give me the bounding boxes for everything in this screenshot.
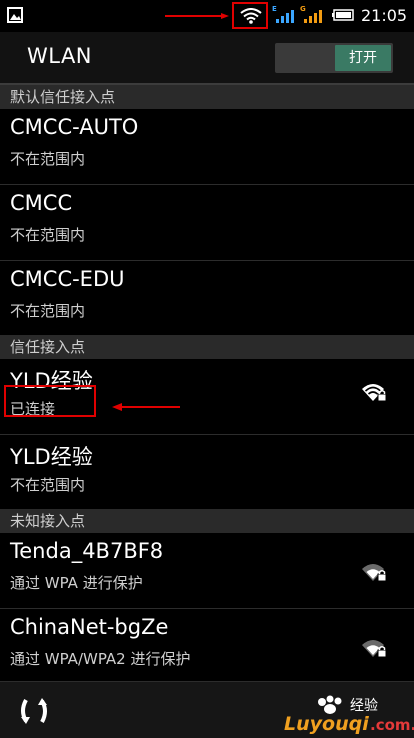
wlan-toggle[interactable]: 打开 <box>275 43 393 73</box>
network-item[interactable]: CMCC-EDU 不在范围内 <box>0 261 414 335</box>
wifi-icon <box>240 8 262 24</box>
bottom-action-bar: 经验 Luyouqi .com.cn <box>0 681 414 738</box>
network-status: 不在范围内 <box>10 226 86 244</box>
network-ssid: CMCC-EDU <box>10 267 125 291</box>
annotation-arrow <box>112 403 180 411</box>
network-status: 通过 WPA/WPA2 进行保护 <box>10 650 191 668</box>
page-title: WLAN <box>27 44 93 68</box>
annotation-highlight-box <box>4 385 96 417</box>
network-ssid: ChinaNet-bgZe <box>10 615 169 639</box>
wlan-toggle-label: 打开 <box>335 45 391 71</box>
network-status: 不在范围内 <box>10 150 86 168</box>
network-item[interactable]: CMCC 不在范围内 <box>0 185 414 261</box>
section-header-unknown: 未知接入点 <box>0 509 414 533</box>
action-bar: WLAN 打开 <box>0 32 414 85</box>
network-status: 不在范围内 <box>10 302 86 320</box>
annotation-highlight-box <box>232 2 268 29</box>
picture-notification-icon <box>7 7 23 23</box>
network-status: 通过 WPA 进行保护 <box>10 574 143 592</box>
svg-text:经验: 经验 <box>350 698 378 714</box>
section-header-trusted: 信任接入点 <box>0 335 414 359</box>
network-ssid: Tenda_4B7BF8 <box>10 539 164 563</box>
signal-icon <box>304 10 322 23</box>
battery-icon <box>332 9 354 21</box>
section-header-default-trusted: 默认信任接入点 <box>0 85 414 109</box>
network-ssid: CMCC-AUTO <box>10 115 139 139</box>
baidu-luyouqi-watermark: 经验 Luyouqi .com.cn <box>284 695 414 735</box>
network-item[interactable]: YLD经验 不在范围内 <box>0 435 414 509</box>
network-item-connected[interactable]: YLD经验 已连接 <box>0 359 414 435</box>
wifi-locked-icon <box>362 384 387 402</box>
status-bar: E G 21:05 <box>0 0 414 32</box>
network-ssid: CMCC <box>10 191 73 215</box>
clock: 21:05 <box>361 6 408 25</box>
network-status: 不在范围内 <box>10 476 86 494</box>
refresh-icon[interactable] <box>18 696 50 726</box>
network-item[interactable]: CMCC-AUTO 不在范围内 <box>0 109 414 185</box>
network-item[interactable]: ChinaNet-bgZe 通过 WPA/WPA2 进行保护 <box>0 609 414 681</box>
svg-text:.com.cn: .com.cn <box>370 716 414 734</box>
network-item[interactable]: Tenda_4B7BF8 通过 WPA 进行保护 <box>0 533 414 609</box>
network-ssid: YLD经验 <box>10 445 93 469</box>
wifi-locked-icon <box>362 564 387 582</box>
annotation-arrow <box>165 13 229 19</box>
svg-text:Luyouqi: Luyouqi <box>284 713 369 735</box>
signal-icon <box>276 10 294 23</box>
wifi-locked-icon <box>362 640 387 658</box>
